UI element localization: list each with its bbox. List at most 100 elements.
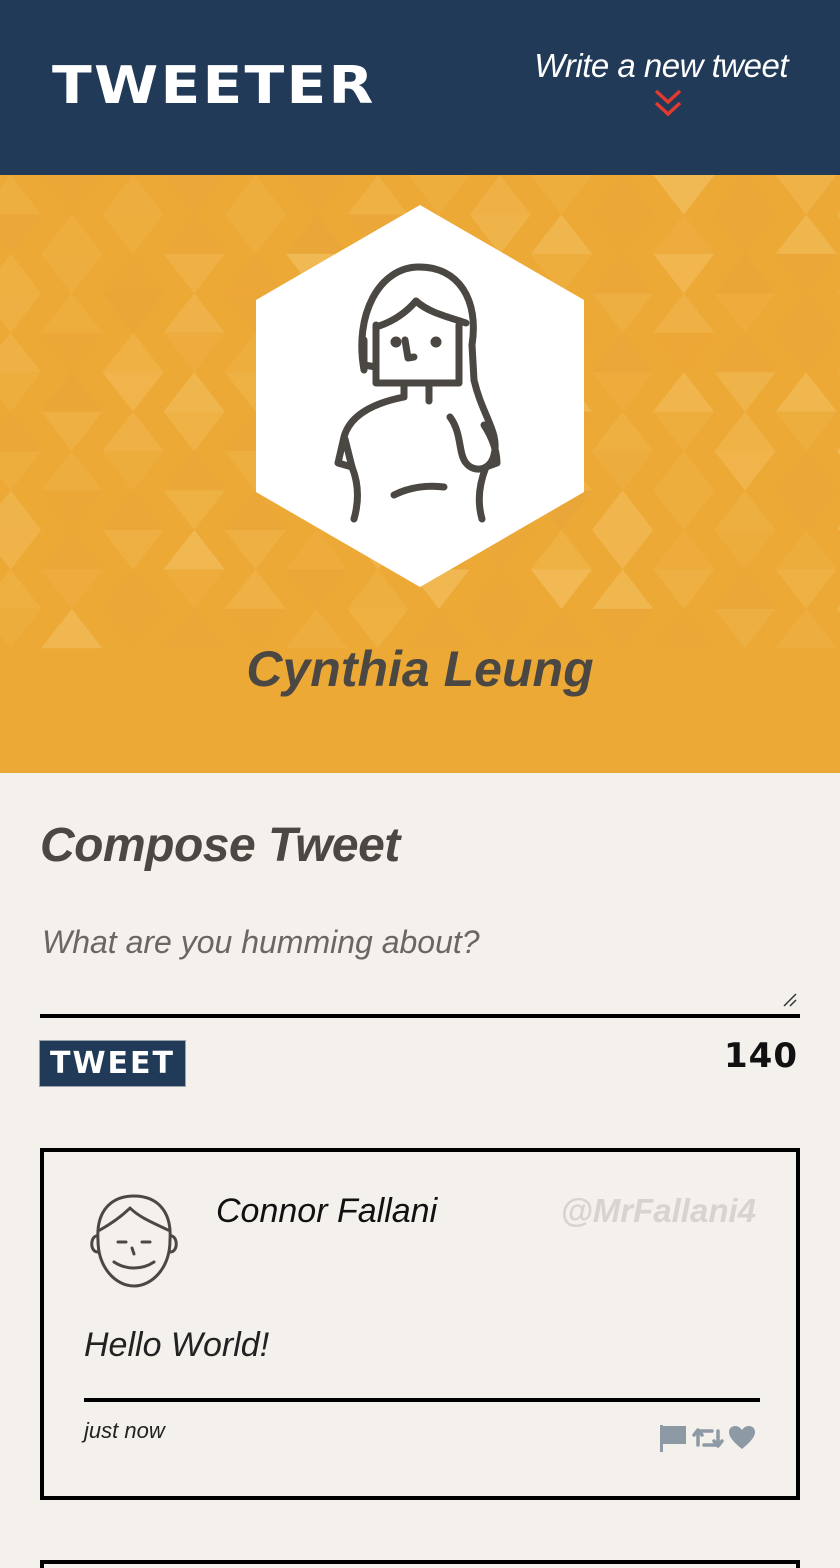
- pattern-triangle: [163, 332, 225, 373]
- pattern-triangle: [102, 293, 164, 333]
- write-tweet-label[interactable]: Write a new tweet: [528, 46, 788, 86]
- pattern-triangle: [592, 529, 654, 570]
- pattern-triangle: [592, 175, 654, 215]
- heart-icon[interactable]: [728, 1425, 756, 1456]
- pattern-triangle: [41, 175, 103, 215]
- pattern-triangle: [653, 332, 715, 373]
- pattern-triangle: [775, 451, 837, 491]
- tweet-timestamp: just now: [84, 1418, 165, 1443]
- pattern-triangle: [102, 253, 164, 294]
- double-chevron-down-icon[interactable]: [653, 88, 683, 118]
- pattern-triangle: [0, 490, 42, 530]
- pattern-triangle: [0, 569, 42, 609]
- retweet-icon[interactable]: [692, 1425, 724, 1456]
- pattern-triangle: [775, 253, 837, 294]
- pattern-triangle: [163, 214, 225, 254]
- pattern-triangle: [592, 490, 654, 530]
- pattern-triangle: [714, 175, 776, 215]
- pattern-triangle: [102, 411, 164, 452]
- tweet-divider: [84, 1398, 760, 1402]
- pattern-triangle: [41, 569, 103, 609]
- pattern-triangle: [653, 411, 715, 452]
- pattern-triangle: [653, 490, 715, 530]
- pattern-triangle: [0, 451, 42, 491]
- pattern-triangle: [163, 490, 225, 530]
- profile-name: Cynthia Leung: [246, 641, 594, 697]
- pattern-triangle: [592, 372, 654, 412]
- pattern-triangle: [41, 451, 103, 491]
- pattern-triangle: [775, 293, 837, 333]
- pattern-triangle: [653, 529, 715, 570]
- pattern-triangle: [102, 451, 164, 491]
- pattern-triangle: [714, 451, 776, 491]
- pattern-triangle: [163, 451, 225, 491]
- man-avatar-icon: [90, 1194, 178, 1288]
- pattern-triangle: [41, 490, 103, 530]
- pattern-triangle: [592, 293, 654, 333]
- pattern-triangle: [163, 175, 225, 215]
- tweet-text-input[interactable]: [40, 918, 800, 1018]
- pattern-triangle: [163, 411, 225, 452]
- pattern-triangle: [714, 490, 776, 530]
- pattern-triangle: [0, 372, 42, 412]
- pattern-triangle: [41, 214, 103, 254]
- pattern-triangle: [41, 293, 103, 333]
- pattern-triangle: [41, 529, 103, 570]
- pattern-triangle: [102, 372, 164, 412]
- top-nav: TWEETER Write a new tweet: [0, 0, 840, 175]
- profile-header: Cynthia Leung: [0, 175, 840, 773]
- app-logo[interactable]: TWEETER: [52, 56, 376, 116]
- pattern-triangle: [775, 529, 837, 570]
- pattern-triangle: [0, 214, 42, 254]
- pattern-triangle: [0, 293, 42, 333]
- char-counter: 140: [724, 1036, 798, 1076]
- pattern-triangle: [592, 569, 654, 609]
- pattern-triangle: [102, 332, 164, 373]
- pattern-triangle: [592, 214, 654, 254]
- pattern-triangle: [592, 411, 654, 452]
- tweet-author-name[interactable]: Connor Fallani: [216, 1192, 437, 1231]
- pattern-triangle: [775, 569, 837, 609]
- pattern-triangle: [653, 451, 715, 491]
- pattern-triangle: [775, 214, 837, 254]
- pattern-triangle: [41, 253, 103, 294]
- resize-handle-icon[interactable]: [780, 990, 798, 1008]
- pattern-triangle: [714, 569, 776, 609]
- write-tweet-toggle[interactable]: Write a new tweet: [528, 46, 789, 118]
- pattern-triangle: [714, 293, 776, 333]
- flag-icon[interactable]: [658, 1424, 688, 1457]
- pattern-triangle: [653, 214, 715, 254]
- tweet-author-handle[interactable]: @MrFallani4: [561, 1192, 756, 1230]
- pattern-triangle: [0, 253, 42, 294]
- pattern-triangle: [0, 332, 42, 373]
- pattern-triangle: [653, 372, 715, 412]
- pattern-triangle: [102, 569, 164, 609]
- pattern-triangle: [41, 411, 103, 452]
- compose-title: Compose Tweet: [40, 819, 400, 872]
- pattern-triangle: [592, 451, 654, 491]
- pattern-triangle: [714, 332, 776, 373]
- pattern-triangle: [0, 175, 42, 215]
- pattern-triangle: [102, 490, 164, 530]
- profile-avatar: [254, 205, 586, 587]
- tweet-card: Connor Fallani @MrFallani4 Hello World! …: [40, 1148, 800, 1500]
- pattern-triangle: [163, 569, 225, 609]
- tweet-button[interactable]: TWEET: [39, 1040, 186, 1087]
- pattern-triangle: [653, 253, 715, 294]
- pattern-triangle: [592, 253, 654, 294]
- pattern-triangle: [775, 332, 837, 373]
- pattern-triangle: [775, 372, 837, 412]
- pattern-triangle: [163, 529, 225, 570]
- pattern-triangle: [714, 214, 776, 254]
- pattern-triangle: [41, 332, 103, 373]
- pattern-triangle: [102, 529, 164, 570]
- pattern-triangle: [653, 293, 715, 333]
- pattern-triangle: [775, 175, 837, 215]
- pattern-triangle: [653, 569, 715, 609]
- pattern-triangle: [163, 372, 225, 412]
- pattern-triangle: [653, 175, 715, 215]
- pattern-triangle: [163, 293, 225, 333]
- tweet-actions: [658, 1424, 756, 1457]
- pattern-triangle: [714, 253, 776, 294]
- pattern-triangle: [102, 175, 164, 215]
